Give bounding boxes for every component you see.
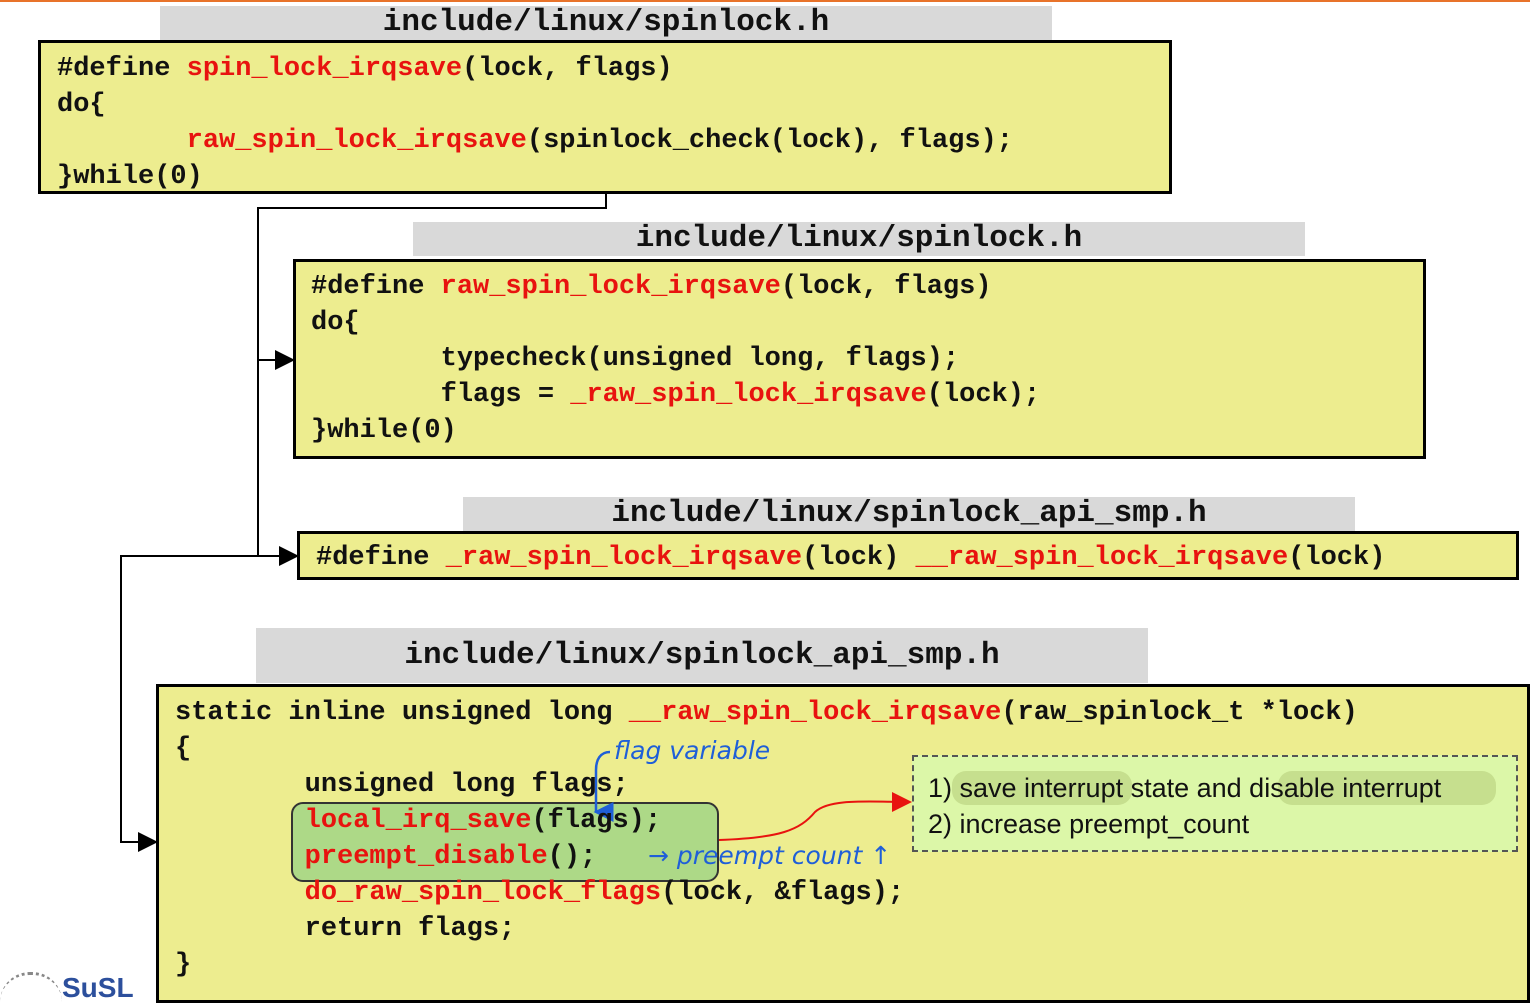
code-line: preempt_disable(); [175, 842, 597, 872]
code-line: do{ [57, 90, 106, 120]
code-text: (lock) [802, 543, 916, 573]
code-text: }while(0) [311, 416, 457, 446]
arrow-to-callout [718, 791, 912, 841]
code-line: }while(0) [311, 416, 457, 446]
code-text: unsigned long flags; [175, 770, 629, 800]
code-text: #define [311, 272, 441, 302]
function-name: raw_spin_lock_irqsave [440, 272, 781, 302]
code-text: (spinlock_check(lock), flags); [526, 126, 1013, 156]
code-line: static inline unsigned long __raw_spin_l… [175, 698, 1358, 728]
code-text: (lock); [926, 380, 1041, 410]
function-name: _raw_spin_lock_irqsave [570, 380, 927, 410]
code-text: #define [57, 54, 187, 84]
arrow-block2-to-block3 [257, 360, 299, 566]
code-text: flags = [311, 380, 571, 410]
function-name: _raw_spin_lock_irqsave [445, 543, 803, 573]
code-text: { [175, 734, 192, 764]
code-line: raw_spin_lock_irqsave(spinlock_check(loc… [57, 126, 1013, 156]
code-line: #define spin_lock_irqsave(lock, flags) [57, 54, 673, 84]
code-line: local_irq_save(flags); [175, 806, 661, 836]
code-line: unsigned long flags; [175, 770, 629, 800]
logo-mark-icon [0, 972, 62, 1003]
code-text: (); [547, 842, 597, 872]
susl-logo: SuSL [0, 972, 134, 1003]
code-text: (lock, &flags); [661, 878, 905, 908]
code-text: (flags); [531, 806, 662, 836]
function-name: __raw_spin_lock_irqsave [628, 698, 1002, 728]
code-text: (lock, flags) [462, 54, 673, 84]
function-name: spin_lock_irqsave [186, 54, 463, 84]
code-line: #define _raw_spin_lock_irqsave(lock) __r… [316, 543, 1385, 573]
code-line: do{ [311, 308, 360, 338]
code-text: do{ [57, 90, 106, 120]
code-text: static inline unsigned long [175, 698, 629, 728]
code-text: (lock, flags) [780, 272, 992, 302]
function-name: local_irq_save [304, 806, 532, 836]
code-text: typecheck(unsigned long, flags); [311, 344, 960, 374]
function-name: do_raw_spin_lock_flags [304, 878, 662, 908]
code-text: }while(0) [57, 162, 203, 192]
code-line: { [175, 734, 191, 764]
code-line: #define raw_spin_lock_irqsave(lock, flag… [311, 272, 992, 302]
function-name: raw_spin_lock_irqsave [186, 126, 527, 156]
code-line: }while(0) [57, 162, 203, 192]
code-text: #define [316, 543, 446, 573]
code-text: } [175, 950, 192, 980]
code-text: (raw_spinlock_t *lock) [1001, 698, 1358, 728]
code-line: flags = _raw_spin_lock_irqsave(lock); [311, 380, 1041, 410]
code-line: typecheck(unsigned long, flags); [311, 344, 960, 374]
code-text: (lock) [1288, 543, 1386, 573]
code-text: do{ [311, 308, 360, 338]
function-name: __raw_spin_lock_irqsave [915, 543, 1289, 573]
code-line: } [175, 950, 191, 980]
function-name: preempt_disable [304, 842, 548, 872]
code-text: return flags; [175, 914, 516, 944]
code-line: return flags; [175, 914, 516, 944]
code-line: do_raw_spin_lock_flags(lock, &flags); [175, 878, 905, 908]
